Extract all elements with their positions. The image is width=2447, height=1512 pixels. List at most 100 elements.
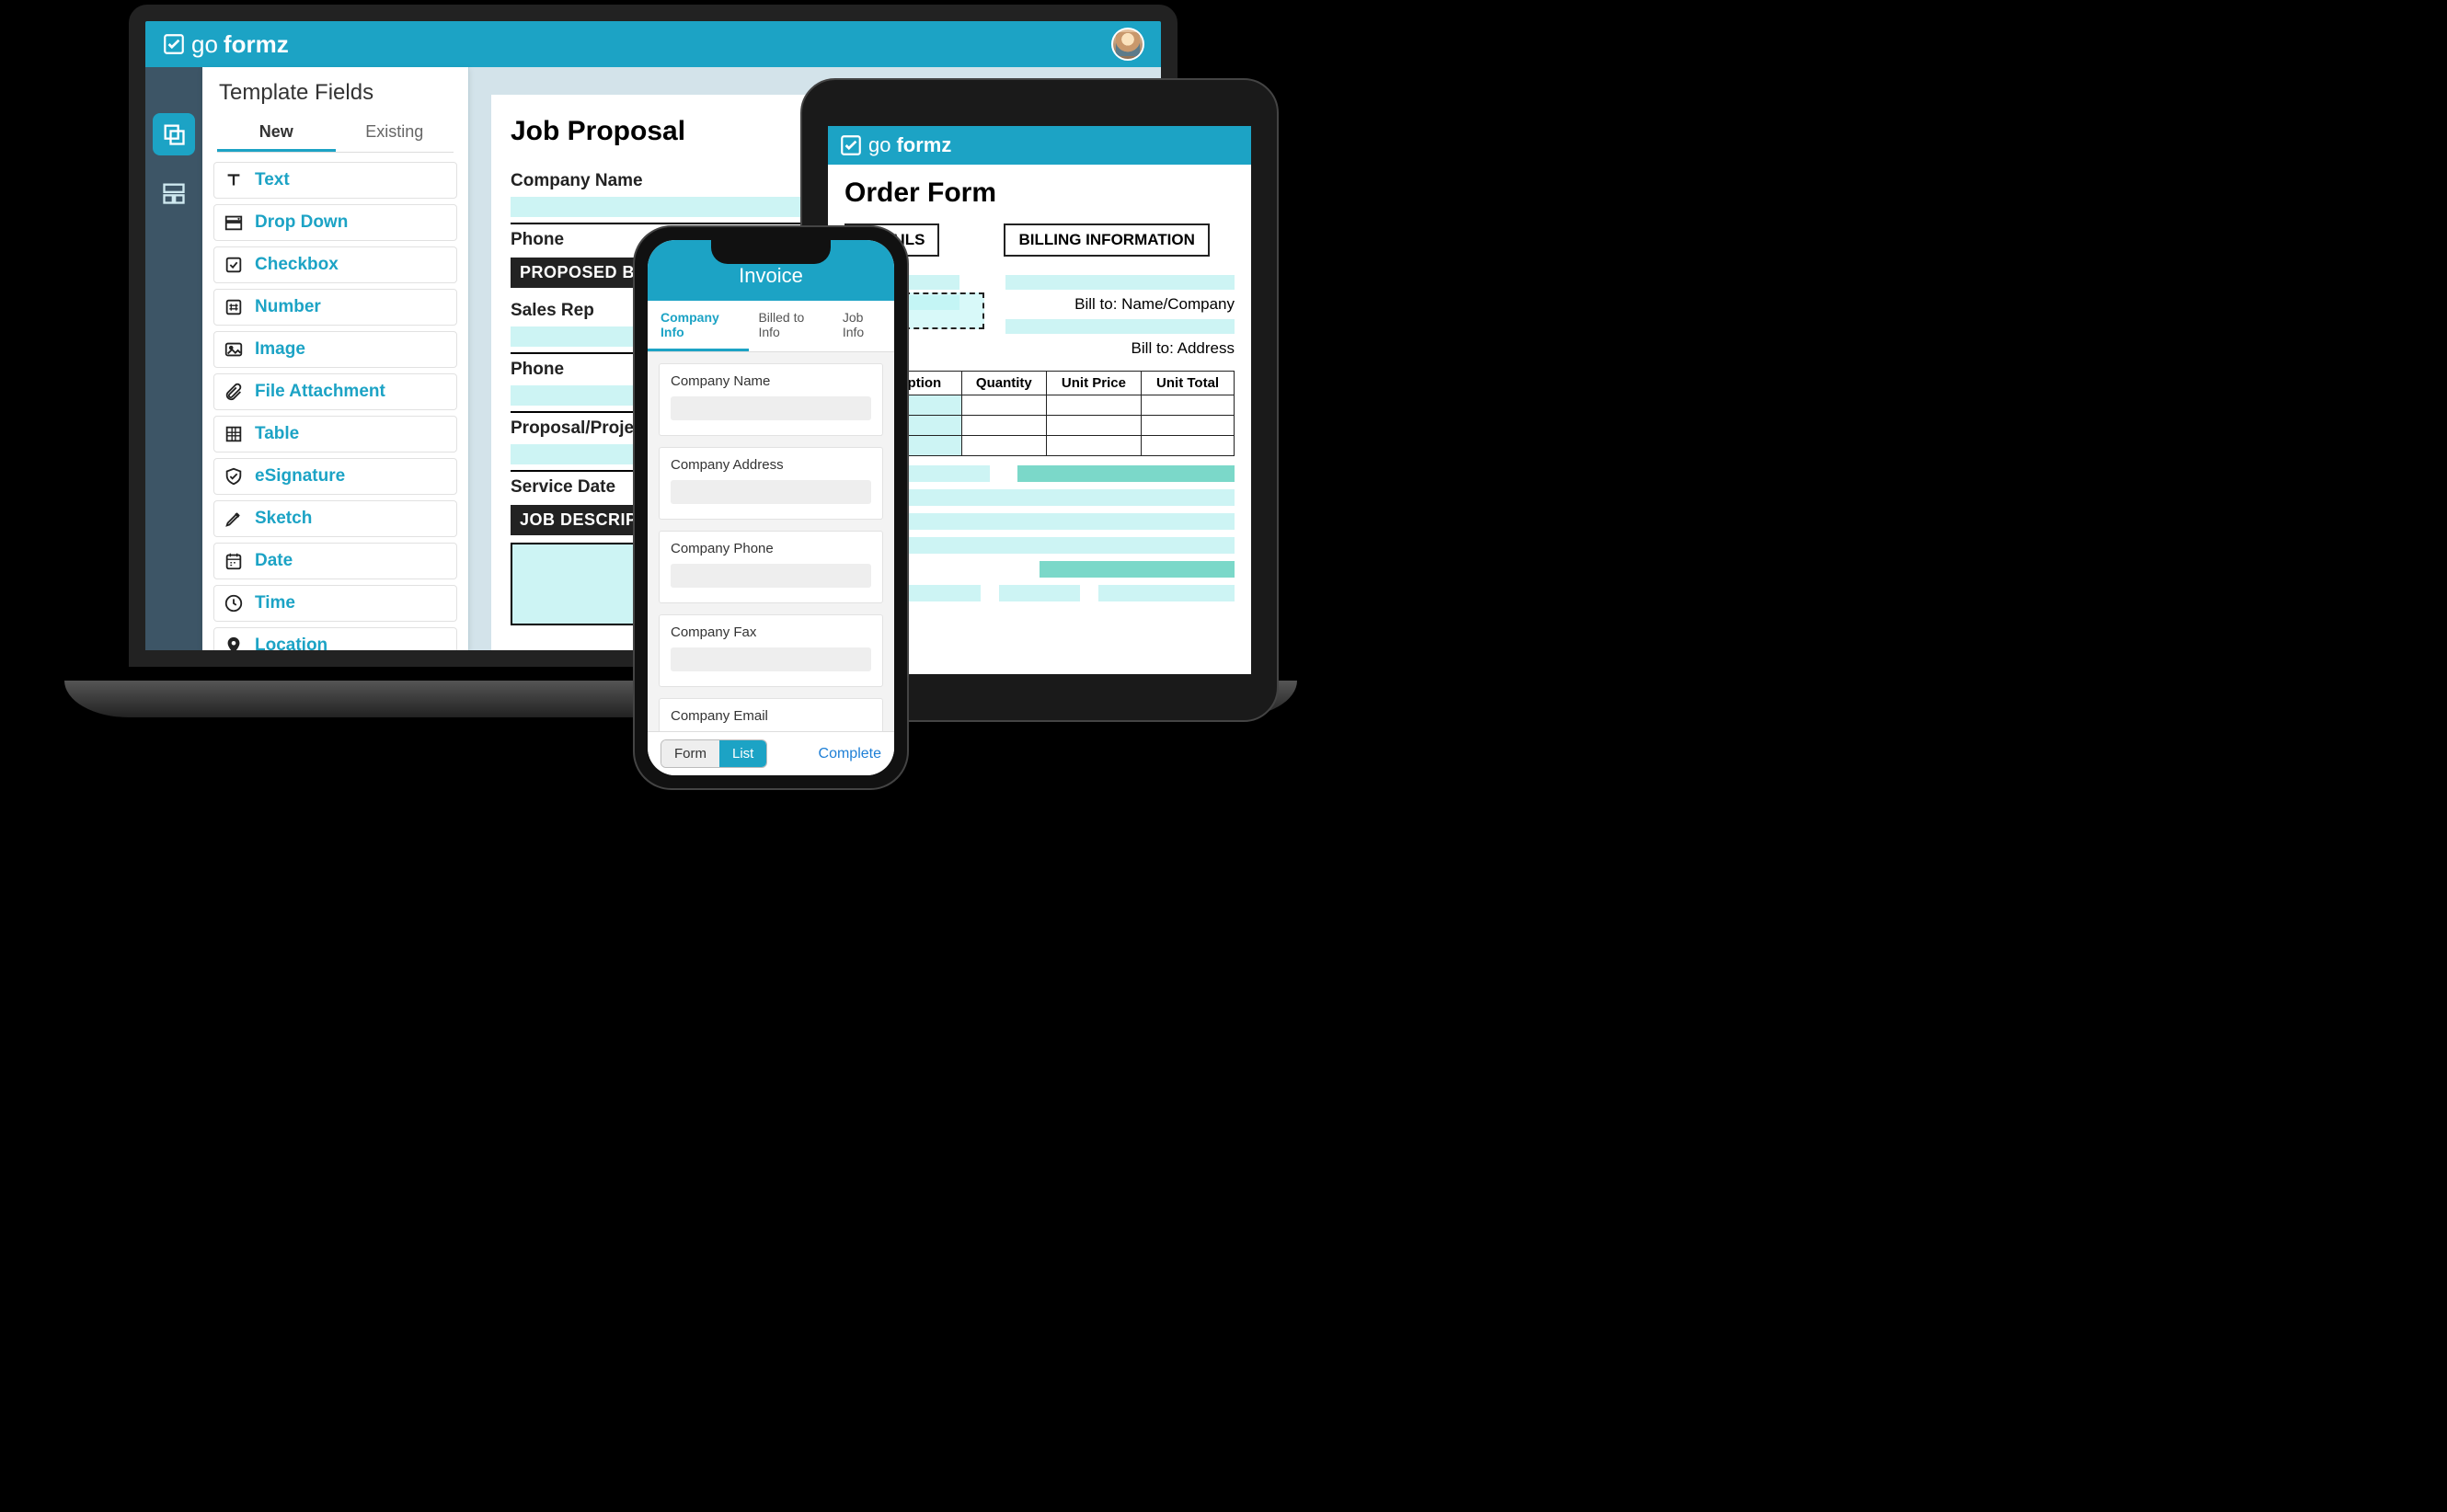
th-unit-total: Unit Total: [1142, 372, 1235, 395]
left-rail: [145, 67, 202, 650]
phone-tab-job-info[interactable]: Job Info: [833, 301, 894, 351]
tablet-title: Order Form: [844, 178, 1235, 209]
th-unit-price: Unit Price: [1046, 372, 1141, 395]
overlap-squares-icon: [161, 121, 187, 147]
number-icon: [224, 297, 244, 317]
field-label: Image: [255, 339, 305, 360]
placeholder-line[interactable]: [1005, 275, 1235, 290]
field-label: Sketch: [255, 509, 312, 529]
brand-logo: goformz: [162, 30, 289, 59]
tab-new[interactable]: New: [217, 115, 336, 152]
card-input[interactable]: [671, 564, 871, 588]
card-label: Company Email: [671, 708, 871, 724]
card-input[interactable]: [671, 396, 871, 420]
placeholder-bar: [1040, 561, 1235, 578]
field-item-number[interactable]: Number: [213, 289, 457, 326]
field-item-location[interactable]: Location: [213, 627, 457, 664]
field-label: Location: [255, 636, 327, 656]
phone-body[interactable]: Company Name Company Address Company Pho…: [648, 352, 894, 731]
table-icon: [224, 424, 244, 444]
seg-form-button[interactable]: Form: [661, 740, 719, 767]
panel-tabs: New Existing: [217, 115, 454, 153]
brand-text-bold: formz: [896, 133, 951, 157]
placeholder-bar: [1098, 585, 1235, 601]
logo-check-icon: [162, 32, 186, 56]
tablet-topbar: goformz: [828, 126, 1251, 165]
logo-check-icon: [839, 133, 863, 157]
template-fields-panel: Template Fields New Existing Text Drop D…: [202, 67, 469, 650]
placeholder-bar: [1017, 465, 1235, 482]
calendar-icon: [224, 551, 244, 571]
tab-existing[interactable]: Existing: [336, 115, 454, 152]
location-pin-icon: [224, 636, 244, 656]
field-item-text[interactable]: Text: [213, 162, 457, 199]
tablet-logo: goformz: [839, 133, 951, 157]
pencil-icon: [224, 509, 244, 529]
card-input[interactable]: [671, 647, 871, 671]
card-company-fax: Company Fax: [659, 614, 883, 687]
phone-device: Invoice Company Info Billed to Info Job …: [633, 225, 909, 790]
rail-layout-button[interactable]: [153, 172, 195, 214]
brand-text-light: go: [868, 133, 890, 157]
phone-tab-company-info[interactable]: Company Info: [648, 301, 749, 351]
field-item-date[interactable]: Date: [213, 543, 457, 579]
phone-footer: Form List Complete: [648, 731, 894, 775]
phone-screen: Invoice Company Info Billed to Info Job …: [648, 240, 894, 775]
paperclip-icon: [224, 382, 244, 402]
card-label: Company Fax: [671, 624, 871, 640]
field-item-time[interactable]: Time: [213, 585, 457, 622]
signature-shield-icon: [224, 466, 244, 487]
table-cell[interactable]: [1046, 395, 1141, 416]
top-bar: goformz: [145, 21, 1161, 67]
dropdown-icon: [224, 212, 244, 233]
view-segmented-control: Form List: [661, 739, 767, 768]
card-company-address: Company Address: [659, 447, 883, 520]
brand-text-light: go: [191, 30, 218, 59]
field-label: Number: [255, 297, 321, 317]
card-label: Company Phone: [671, 541, 871, 556]
th-quantity: Quantity: [961, 372, 1046, 395]
field-item-checkbox[interactable]: Checkbox: [213, 246, 457, 283]
table-cell[interactable]: [961, 436, 1046, 456]
phone-tab-billed-to[interactable]: Billed to Info: [749, 301, 833, 351]
field-item-esignature[interactable]: eSignature: [213, 458, 457, 495]
layout-grid-icon: [161, 180, 187, 206]
complete-button[interactable]: Complete: [819, 746, 881, 762]
user-avatar[interactable]: [1111, 28, 1144, 61]
field-item-file[interactable]: File Attachment: [213, 373, 457, 410]
billing-info-button[interactable]: BILLING INFORMATION: [1004, 223, 1209, 257]
field-label: Date: [255, 551, 293, 571]
table-cell[interactable]: [1046, 416, 1141, 436]
field-label: Text: [255, 170, 290, 190]
phone-notch: [711, 240, 831, 264]
phone-tabs: Company Info Billed to Info Job Info: [648, 301, 894, 352]
field-list: Text Drop Down Checkbox Number Image Fil…: [213, 162, 457, 664]
table-cell[interactable]: [1142, 395, 1235, 416]
rail-templates-button[interactable]: [153, 113, 195, 155]
panel-title: Template Fields: [213, 80, 457, 106]
card-label: Company Name: [671, 373, 871, 389]
card-company-name: Company Name: [659, 363, 883, 436]
field-label: Drop Down: [255, 212, 348, 233]
clock-icon: [224, 593, 244, 613]
field-label: File Attachment: [255, 382, 385, 402]
table-cell[interactable]: [961, 416, 1046, 436]
card-input[interactable]: [671, 480, 871, 504]
seg-list-button[interactable]: List: [719, 740, 766, 767]
card-company-email: Company Email: [659, 698, 883, 731]
placeholder-line[interactable]: [1005, 319, 1235, 334]
image-icon: [224, 339, 244, 360]
bill-to-address-label: Bill to: Address: [1005, 339, 1235, 358]
field-item-dropdown[interactable]: Drop Down: [213, 204, 457, 241]
table-cell[interactable]: [961, 395, 1046, 416]
field-item-sketch[interactable]: Sketch: [213, 500, 457, 537]
table-cell[interactable]: [1142, 416, 1235, 436]
placeholder-bar: [999, 585, 1081, 601]
field-label: Table: [255, 424, 299, 444]
checkbox-icon: [224, 255, 244, 275]
field-item-image[interactable]: Image: [213, 331, 457, 368]
table-cell[interactable]: [1046, 436, 1141, 456]
field-item-table[interactable]: Table: [213, 416, 457, 452]
card-company-phone: Company Phone: [659, 531, 883, 603]
table-cell[interactable]: [1142, 436, 1235, 456]
